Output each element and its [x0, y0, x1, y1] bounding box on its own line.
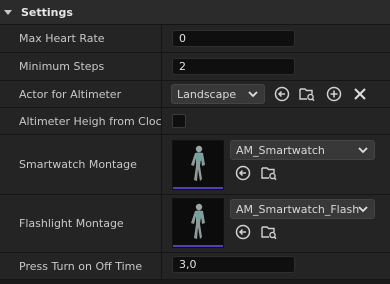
label-smartwatch-montage: Smartwatch Montage [19, 158, 137, 171]
row-minimum-steps: Minimum Steps [0, 53, 390, 81]
chevron-down-icon [358, 147, 368, 154]
row-altimeter-height: Altimeter Heigh from Cloc... [0, 108, 390, 135]
character-mannequin-icon [191, 145, 205, 181]
asset-thumbnail[interactable] [172, 140, 224, 190]
chevron-down-icon [358, 206, 368, 213]
asset-type-color-bar [173, 187, 223, 189]
max-heart-rate-input[interactable] [172, 30, 295, 47]
column-splitter[interactable] [161, 81, 162, 107]
label-flashlight-montage: Flashlight Montage [19, 217, 124, 230]
column-splitter[interactable] [161, 108, 162, 134]
column-splitter[interactable] [161, 253, 162, 279]
plus-circle-icon[interactable] [326, 86, 342, 102]
smartwatch-montage-value: AM_Smartwatch [236, 143, 325, 157]
column-splitter[interactable] [161, 25, 162, 52]
arrow-left-circle-icon[interactable] [274, 86, 290, 102]
label-minimum-steps: Minimum Steps [19, 60, 105, 73]
chevron-down-icon [248, 91, 258, 98]
altimeter-height-checkbox[interactable] [172, 114, 186, 128]
row-actor-for-altimeter: Actor for Altimeter Landscape [0, 81, 390, 108]
close-icon[interactable] [352, 86, 368, 102]
folder-search-icon[interactable] [299, 86, 315, 102]
arrow-left-circle-icon[interactable] [235, 224, 251, 240]
column-splitter[interactable] [161, 53, 162, 80]
row-press-turn: Press Turn on Off Time [0, 253, 390, 280]
collapse-arrow-icon[interactable] [4, 9, 12, 15]
folder-search-icon[interactable] [261, 224, 277, 240]
flashlight-montage-dropdown[interactable]: AM_Smartwatch_Flash [230, 199, 375, 219]
arrow-left-circle-icon[interactable] [235, 165, 251, 181]
minimum-steps-input[interactable] [172, 58, 295, 75]
row-flashlight-montage: Flashlight Montage AM_Smartwatch_Flash [0, 195, 390, 253]
actor-picker-value: Landscape [177, 87, 237, 101]
flashlight-montage-value: AM_Smartwatch_Flash [236, 202, 360, 216]
settings-category-header[interactable]: Settings [0, 0, 390, 25]
smartwatch-montage-dropdown[interactable]: AM_Smartwatch [230, 140, 375, 160]
label-altimeter-height: Altimeter Heigh from Cloc... [19, 114, 161, 128]
asset-type-color-bar [173, 245, 223, 247]
column-splitter[interactable] [161, 135, 162, 194]
column-splitter[interactable] [161, 195, 162, 252]
folder-search-icon[interactable] [261, 165, 277, 181]
label-press-turn: Press Turn on Off Time [19, 259, 143, 273]
label-actor-for-altimeter: Actor for Altimeter [19, 87, 122, 101]
character-mannequin-icon [191, 203, 205, 239]
press-turn-input[interactable] [172, 256, 295, 273]
row-max-heart-rate: Max Heart Rate [0, 25, 390, 53]
section-title: Settings [21, 5, 73, 19]
actor-picker-dropdown[interactable]: Landscape [171, 84, 265, 104]
asset-thumbnail[interactable] [172, 198, 224, 248]
label-max-heart-rate: Max Heart Rate [19, 32, 105, 45]
row-smartwatch-montage: Smartwatch Montage AM_Smartwatch [0, 135, 390, 195]
